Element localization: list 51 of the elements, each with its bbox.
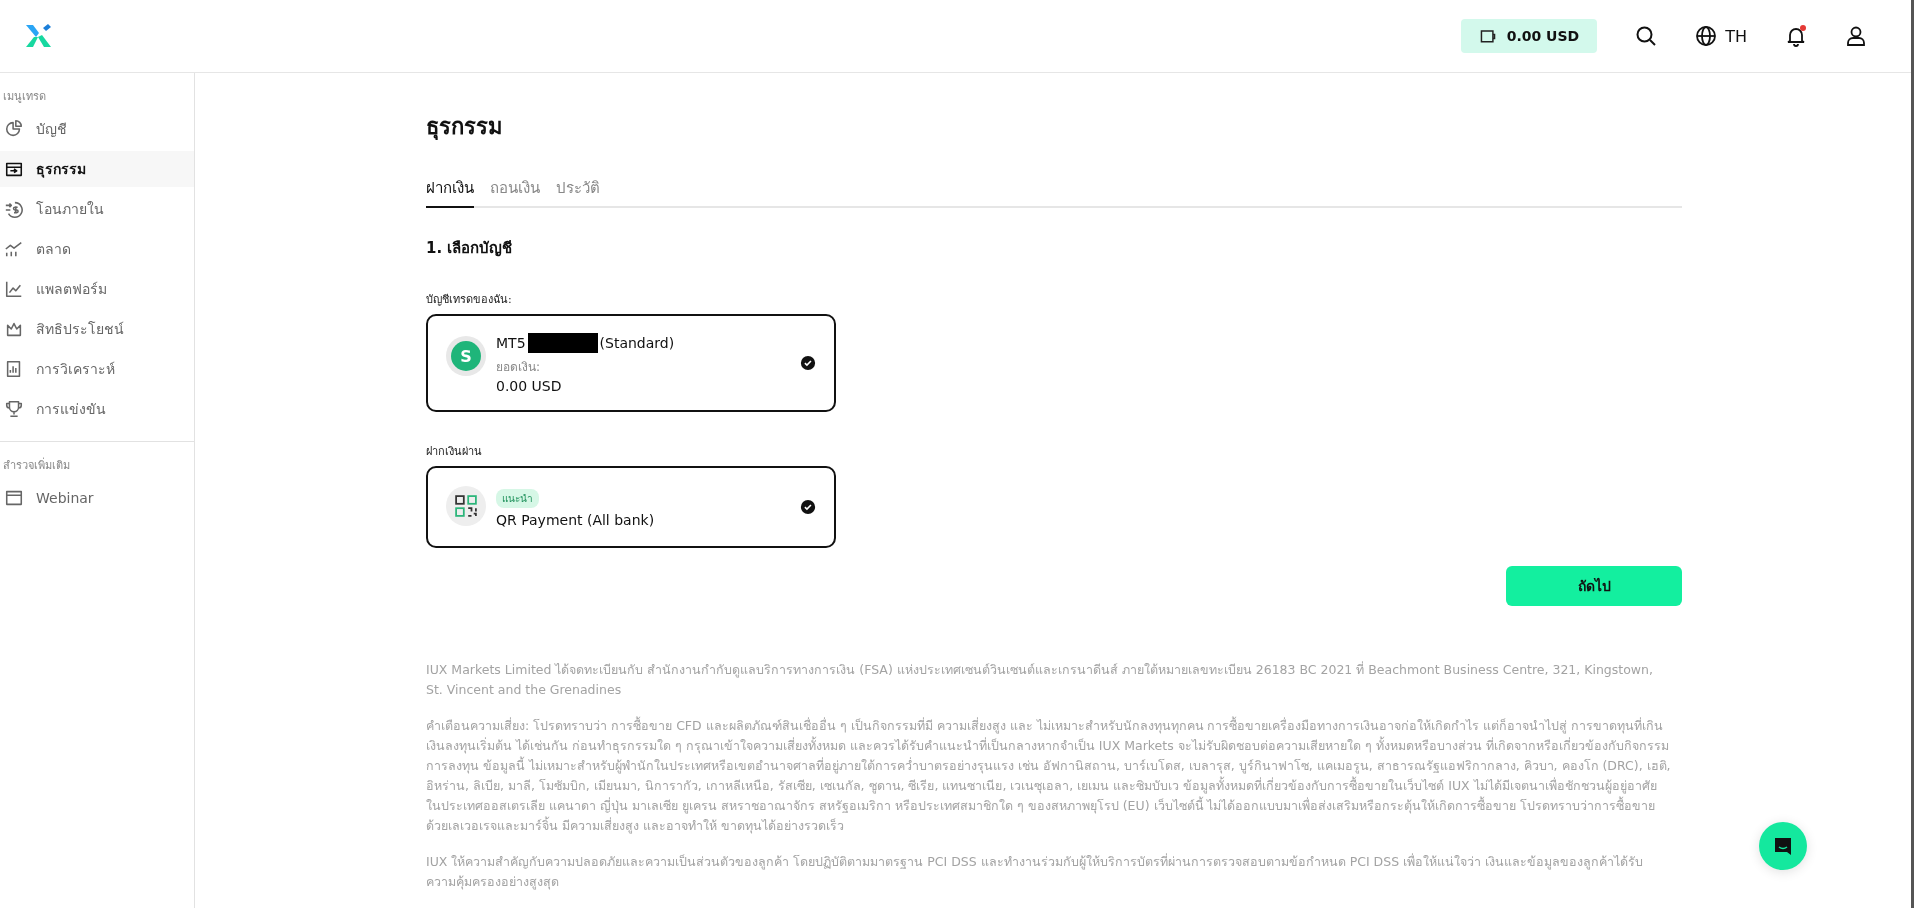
sidebar-item[interactable]: ตลาด: [0, 231, 194, 267]
balance-label: ยอดเงิน:: [496, 358, 542, 376]
market-icon: [4, 239, 24, 259]
check-icon: [800, 355, 816, 371]
disclaimer-text: IUX Markets Limited ได้จดทะเบียนกับ สำนักงานกำกับดูแลบริการทางการเงิน (FSA) แห่งประเทศเซนต์วินเซนต์และเกรนาดีนส์ ภายใต้หมายเลขทะเบียน 26183 BC 2021 ที่ Beachmont Business Centre, 321, Kingstown, St. Vincent and the Grenadines: [426, 660, 1654, 699]
tab[interactable]: ถอนเงิน: [490, 172, 540, 208]
trophy-icon: [4, 399, 24, 419]
pie-chart-icon: [4, 119, 24, 139]
balance-value: 0.00 USD: [496, 377, 563, 394]
page-title: ธุรกรรม: [426, 113, 504, 142]
tab[interactable]: ฝากเงิน: [426, 172, 474, 208]
wallet-icon: [1478, 27, 1497, 45]
disclaimer-text: คำเตือนความเสี่ยง: โปรดทราบว่า การซื้อขาย CFD และผลิตภัณฑ์สินเชื่ออื่น ๆ เป็นกิจกรรมที่มี ความเสี่ยงสูง และ ไม่เหมาะสำหรับนักลงทุนทุกคน การซื้อขายเครื่องมือทางการเงินอาจก่อให้เกิดกำไร แต่ก็อาจนำไปสู่ การขาดทุนที่เกินเงินลงทุนเริ่มต้น ได้เช่นกัน ก่อนทำธุรกรรมใด ๆ กรุณาเข้าใจความเสี่ยงทั้งหมด และควรได้รับคำแนะนำที่เป็นกลางหากจำเป็น IUX Markets จะไม่รับผิดชอบต่อความเสียหายใด ๆ ทั้งหมดหรือบางส่วน ที่เกิดจากหรือเกี่ยวข้องกับกิจกรรมการลงทุน ข้อมูลนี้ ไม่เหมาะสำหรับผู้พำนักในประเทศหรือเขตอำนาจศาลที่อยู่ภายใต้การคว่ำบาตรอย่างรุนแรง เช่น อัฟกานิสถาน, บาร์เบโดส, เบลารุส, บูร์กินาฟาโซ, แคเมอรูน, สาธารณรัฐแอฟริกากลาง, คิวบา, คองโก (DRC), เฮติ, อิหร่าน, ลิเบีย, มาลี, โมซัมบิก, เมียนมา, นิการากัว, เกาหลีเหนือ, รัสเซีย, เซเนกัล, ซูดาน, ซีเรีย, แทนซาเนีย, เวเนซุเอลา, เยเมน และซิมบับเว ข้อมูลทั้งหมดที่เกี่ยวข้องกับการซื้อขายในเว็บไซต์ IUX ไม่ได้มีเจตนาเพื่อชักชวนผู้อยู่อาศัยในประเทศออสเตรเลีย แคนาดา ญี่ปุ่น มาเลเซีย ยูเครน สหราชอาณาจักร สหรัฐอเมริกา หรือประเทศสมาชิกใด ๆ ของสหภาพยุโรป (EU) เว็บไซต์นี้ ไม่ได้ออกแบบมาเพื่อส่งเสริมหรือกระตุ้นให้เกิดการซื้อขาย โปรดทราบว่าการซื้อขายด้วยเลเวอเรจและมาร์จิ้น มีความเสี่ยงสูง และอาจทำให้ ขาดทุนได้อย่างรวดเร็ว: [426, 716, 1671, 836]
sidebar-item[interactable]: Webinar: [0, 480, 194, 516]
payment-method-card[interactable]: แนะนำ QR Payment (All bank): [426, 466, 836, 548]
disclaimer-text: IUX ให้ความสำคัญกับความปลอดภัยและความเป็นส่วนตัวของลูกค้า โดยปฏิบัติตามมาตรฐาน PCI DSS และทำงานร่วมกับผู้ให้บริการบัตรที่ผ่านการตรวจสอบตามข้อกำหนด PCI DSS เพื่อให้แน่ใจว่า เงินและข้อมูลของลูกค้าได้รับความคุ้มครองอย่างสูงสุด: [426, 852, 1645, 892]
qr-code-icon: [455, 495, 477, 517]
account-card[interactable]: S MT5 (Standard) ยอดเงิน: 0.00 USD: [426, 314, 836, 412]
chat-icon: [1772, 835, 1794, 857]
account-platform: MT5: [496, 334, 526, 351]
sidebar-item[interactable]: บัญชี: [0, 111, 194, 147]
next-button[interactable]: ถัดไป: [1506, 566, 1682, 606]
balance-amount: 0.00 USD: [1506, 28, 1580, 44]
browser-icon: [4, 488, 24, 508]
sidebar-section-title: สำรวจเพิ่มเติม: [2, 456, 71, 474]
bell-icon[interactable]: [1785, 25, 1807, 47]
account-type: (Standard): [599, 334, 675, 351]
user-icon[interactable]: [1845, 25, 1867, 47]
sidebar-item[interactable]: การวิเคราะห์: [0, 351, 194, 387]
globe-icon: [1695, 25, 1718, 47]
sidebar-item[interactable]: โอนภายใน: [0, 191, 194, 227]
sidebar-item[interactable]: ธุรกรรม: [0, 151, 194, 187]
sidebar-section-title: เมนูเทรด: [2, 89, 47, 105]
dollar-exchange-icon: [4, 199, 24, 219]
sidebar-item[interactable]: สิทธิประโยชน์: [0, 311, 194, 347]
account-avatar: S: [451, 341, 481, 371]
step-heading: 1. เลือกบัญชี: [426, 238, 514, 259]
payment-method-name: QR Payment (All bank): [496, 511, 656, 528]
check-icon: [800, 499, 816, 515]
recommended-badge: แนะนำ: [496, 488, 539, 508]
language-selector[interactable]: TH: [1695, 25, 1747, 47]
tab[interactable]: ประวัติ: [556, 172, 600, 208]
balance-chip[interactable]: 0.00 USD: [1460, 19, 1598, 53]
field-label: ฝากเงินผ่าน: [426, 444, 483, 460]
line-chart-icon: [4, 279, 24, 299]
sidebar-item[interactable]: การแข่งขัน: [0, 391, 194, 427]
search-icon[interactable]: [1635, 25, 1658, 47]
field-label: บัญชีเทรดของฉัน:: [426, 292, 513, 308]
logo-icon[interactable]: [24, 23, 54, 49]
sidebar-item[interactable]: แพลตฟอร์ม: [0, 271, 194, 307]
chat-button[interactable]: [1759, 822, 1807, 870]
